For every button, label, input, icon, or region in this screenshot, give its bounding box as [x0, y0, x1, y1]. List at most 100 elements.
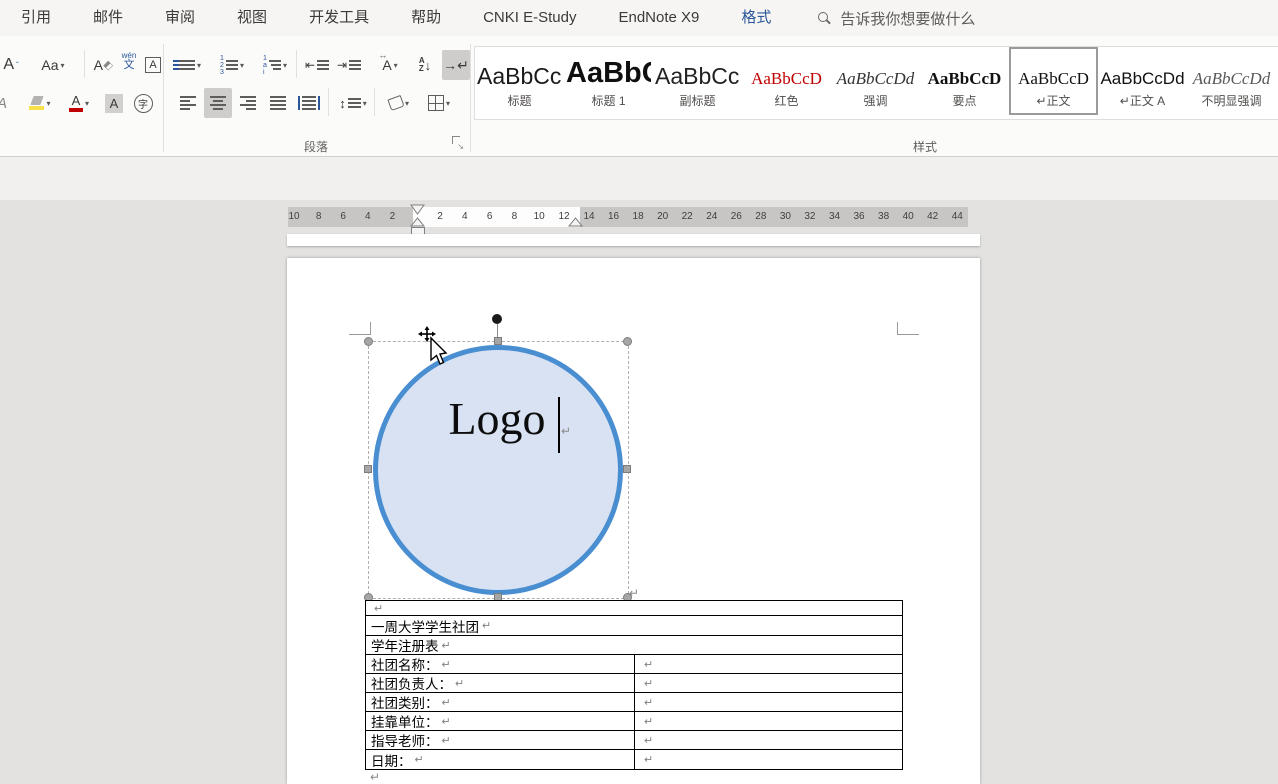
- borders-grid-icon: [428, 95, 444, 111]
- show-hide-marks-button[interactable]: →↵: [442, 50, 470, 80]
- right-indent-marker[interactable]: [568, 217, 583, 227]
- style-item-不明显强调[interactable]: AaBbCcDd不明显强调: [1187, 47, 1276, 115]
- ruler-number: 2: [383, 207, 401, 227]
- text-highlight-button[interactable]: ▾: [22, 90, 58, 116]
- table-cell[interactable]: ↵: [634, 712, 902, 730]
- resize-handle-w[interactable]: [364, 465, 372, 473]
- first-line-indent-marker[interactable]: [410, 204, 425, 215]
- tab-EndNote X9[interactable]: EndNote X9: [597, 0, 720, 36]
- align-right-button[interactable]: [234, 90, 262, 116]
- tab-审阅[interactable]: 审阅: [144, 0, 216, 36]
- sort-button[interactable]: AZ↓: [410, 52, 440, 78]
- tab-邮件[interactable]: 邮件: [72, 0, 144, 36]
- ruler-number: 42: [924, 207, 942, 227]
- change-case-button[interactable]: Aa▾: [34, 52, 72, 78]
- numbering-button[interactable]: 123▾: [212, 52, 252, 78]
- table-row: 指导老师：↵↵: [366, 731, 902, 750]
- table-cell[interactable]: 挂靠单位：↵: [366, 712, 634, 730]
- character-border-button[interactable]: A: [142, 52, 164, 78]
- enclose-characters-button[interactable]: 字: [130, 90, 156, 116]
- table-cell[interactable]: ↵: [366, 601, 902, 615]
- pilcrow-mark: ↵: [442, 734, 451, 747]
- style-item-强调[interactable]: AaBbCcDd强调: [831, 47, 920, 115]
- ruler-number: 4: [456, 207, 474, 227]
- character-shading-button[interactable]: A: [102, 90, 126, 116]
- asian-layout-button[interactable]: A↔▾: [372, 52, 408, 78]
- pilcrow-mark: ↵: [644, 715, 653, 728]
- ruler-number: 44: [948, 207, 966, 227]
- font-color-button[interactable]: A▾: [62, 90, 96, 116]
- phonetic-guide-button[interactable]: wén文: [116, 48, 142, 74]
- style-item-标题 1[interactable]: AaBbCcD标题 1: [564, 47, 653, 115]
- style-item-要点[interactable]: AaBbCcD要点: [920, 47, 1009, 115]
- table-cell[interactable]: ↵: [634, 674, 902, 692]
- style-sample: AaBbCcDd: [833, 70, 918, 88]
- increase-indent-button[interactable]: ⇥: [334, 52, 364, 78]
- style-item-label: 红色: [774, 92, 798, 109]
- cutoff-button[interactable]: A: [0, 90, 12, 116]
- cell-text: 社团类别：: [371, 692, 439, 712]
- multilevel-list-button[interactable]: 1ai▾: [254, 52, 296, 78]
- table-cell[interactable]: 一周大学学生社团↵: [366, 616, 902, 635]
- table-cell[interactable]: ↵: [634, 731, 902, 749]
- borders-button[interactable]: ▾: [420, 90, 458, 116]
- table-row: ↵: [366, 601, 902, 616]
- tab-开发工具[interactable]: 开发工具: [288, 0, 390, 36]
- table-cell[interactable]: 指导老师：↵: [366, 731, 634, 749]
- tab-视图[interactable]: 视图: [216, 0, 288, 36]
- cell-text: 社团负责人：: [371, 673, 452, 693]
- shrink-font-button[interactable]: Aˇ: [0, 52, 26, 78]
- search-placeholder: 告诉我你想要做什么: [840, 8, 975, 29]
- table-cell[interactable]: ↵: [634, 693, 902, 711]
- resize-handle-n[interactable]: [494, 337, 502, 345]
- style-item-副标题[interactable]: AaBbCcD副标题: [653, 47, 742, 115]
- hanging-indent-marker[interactable]: [410, 217, 425, 227]
- resize-handle-e[interactable]: [623, 465, 631, 473]
- line-spacing-button[interactable]: ↕▾: [334, 90, 372, 116]
- pilcrow-mark: ↵: [644, 696, 653, 709]
- justify-button[interactable]: [264, 90, 292, 116]
- style-item-label: ↵正文 A: [1120, 92, 1165, 109]
- pilcrow-mark: ↵: [629, 586, 639, 600]
- table-cell[interactable]: 社团名称：↵: [366, 655, 634, 673]
- table-cell[interactable]: 日期：↵: [366, 750, 634, 769]
- table-cell[interactable]: ↵: [634, 750, 902, 769]
- ruler-number: 6: [481, 207, 499, 227]
- table-row: 日期：↵↵: [366, 750, 902, 769]
- paint-bucket-icon: [387, 95, 404, 111]
- align-left-button[interactable]: [174, 90, 202, 116]
- word-window: 引用邮件审阅视图开发工具帮助CNKI E-StudyEndNote X9格式 告…: [0, 0, 1278, 784]
- tab-引用[interactable]: 引用: [0, 0, 72, 36]
- paragraph-dialog-launcher[interactable]: [452, 136, 463, 147]
- tab-CNKI E-Study[interactable]: CNKI E-Study: [462, 0, 597, 36]
- search-icon: [818, 12, 830, 24]
- resize-handle-ne[interactable]: [623, 337, 632, 346]
- tab-帮助[interactable]: 帮助: [390, 0, 462, 36]
- pilcrow-mark: ↵: [374, 602, 383, 615]
- table-cell[interactable]: 社团负责人：↵: [366, 674, 634, 692]
- logo-circle-shape[interactable]: [373, 345, 623, 595]
- margin-mark-topleft-h: [349, 334, 371, 335]
- pilcrow-mark: ↵: [644, 677, 653, 690]
- clear-formatting-button[interactable]: A◧: [90, 52, 116, 78]
- distribute-text-button[interactable]: [294, 90, 324, 116]
- logo-text[interactable]: Logo: [388, 392, 606, 445]
- style-item-↵正文 A[interactable]: AaBbCcDd↵正文 A: [1098, 47, 1187, 115]
- style-item-↵正文[interactable]: AaBbCcD↵正文: [1009, 47, 1098, 115]
- table-cell[interactable]: 社团类别：↵: [366, 693, 634, 711]
- rotation-handle[interactable]: [492, 314, 502, 324]
- bullets-button[interactable]: ▾: [170, 52, 210, 78]
- table-row: 社团类别：↵ ↵: [366, 693, 902, 712]
- table-cell[interactable]: ↵: [634, 655, 902, 673]
- style-item-标题[interactable]: AaBbCcD标题: [475, 47, 564, 115]
- horizontal-ruler[interactable]: 1086422468101214161820222426283032343638…: [288, 207, 968, 227]
- align-center-button[interactable]: [204, 88, 232, 118]
- tab-格式[interactable]: 格式: [720, 0, 792, 36]
- decrease-indent-button[interactable]: ⇤: [302, 52, 332, 78]
- shading-button[interactable]: ▾: [380, 90, 418, 116]
- resize-handle-nw[interactable]: [364, 337, 373, 346]
- style-item-红色[interactable]: AaBbCcD红色: [742, 47, 831, 115]
- table-row: 学年注册表↵: [366, 636, 902, 655]
- tell-me-search[interactable]: 告诉我你想要做什么: [818, 8, 975, 29]
- table-cell[interactable]: 学年注册表↵: [366, 636, 902, 654]
